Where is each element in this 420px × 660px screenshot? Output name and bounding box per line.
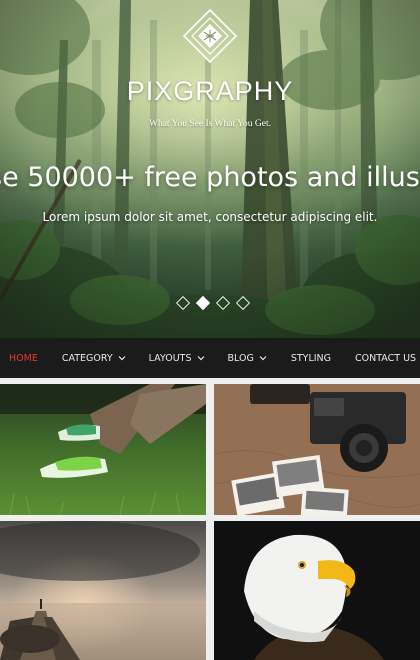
sneakers-on-grass-image [0,384,206,515]
chevron-down-icon [259,356,267,361]
nav-item-label: BLOG [227,352,254,364]
nav-item-styling[interactable]: STYLING [291,338,331,378]
main-navigation: HOME CATEGORY LAYOUTS BLOG STYLING CONTA… [0,338,420,378]
site-title[interactable]: PIXGRAPHY [0,76,420,107]
slider-dot[interactable] [175,295,191,311]
chevron-down-icon [197,356,204,361]
nav-item-contact-us[interactable]: CONTACT US [355,338,416,378]
slide-headline: se 50000+ free photos and illustra [0,162,420,193]
slide-subtext: Lorem ipsum dolor sit amet, consectetur … [42,210,378,224]
gallery-tile-sneakers[interactable] [0,384,206,515]
nav-item-category[interactable]: CATEGORY [62,338,126,378]
slider-dot-active[interactable] [195,295,211,311]
gallery-tile-eagle[interactable] [214,521,420,660]
nav-item-home[interactable]: HOME [9,338,38,378]
slider-dot[interactable] [215,295,231,311]
nav-item-label: HOME [9,352,38,364]
gallery-tile-pier[interactable] [0,521,206,660]
camera-and-polaroids-image [214,384,420,515]
slider-dot[interactable] [235,295,251,311]
nav-item-label: STYLING [290,352,332,364]
nav-item-blog[interactable]: BLOG [228,338,267,378]
photo-gallery [0,378,420,660]
nav-item-label: CONTACT US [355,352,417,364]
bald-eagle-image [214,521,420,660]
nav-item-label: CATEGORY [61,352,113,364]
gallery-tile-camera[interactable] [214,384,420,515]
chevron-down-icon [118,356,126,361]
pier-at-sunset-image [0,521,206,660]
nav-item-layouts[interactable]: LAYOUTS [149,338,205,378]
site-tagline: What You See Is What You Get. [148,119,271,129]
nav-item-label: LAYOUTS [148,352,192,364]
slider-pagination [175,295,251,311]
site-logo-icon[interactable] [182,8,238,64]
hero-slider: PIXGRAPHY What You See Is What You Get. … [0,0,420,338]
